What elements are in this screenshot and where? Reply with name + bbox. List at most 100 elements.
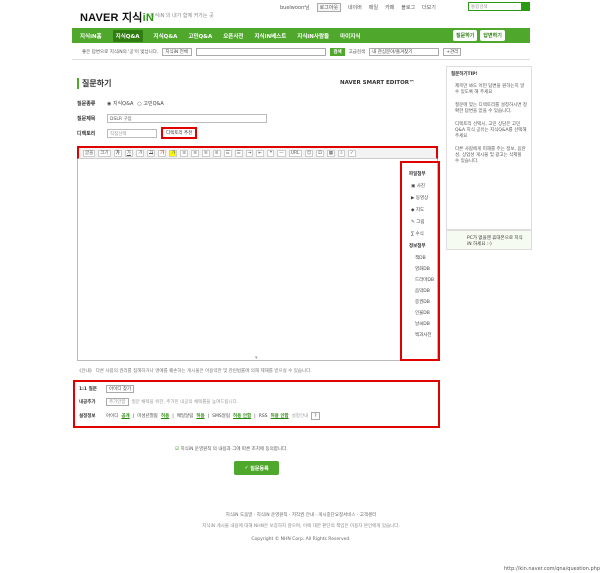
attach-photo-label: 사진 [416,184,425,189]
top-search-button[interactable] [522,2,530,11]
underline-button[interactable]: 가 [124,149,133,157]
question-options: 1:1 질문 아이디 찾기 내공추가 추가안함 질문 채택을 위한, 추가된 내… [73,380,440,428]
attach-video-label: 동영상 [415,196,429,201]
gnb-dict[interactable]: 오픈사전 [223,32,243,40]
ask-button[interactable]: 질문하기 [453,30,478,41]
tip-3: 디렉토리 선택시, 고민 상담은 고민Q&A 지식 공유는 지식Q&A를 선택해… [455,122,527,139]
kin-search-input[interactable] [196,48,327,56]
search-icon[interactable]: ⌕ [338,149,346,157]
spellcheck-icon[interactable]: ✓ [348,149,356,157]
radio-worryqna[interactable]: ○ 고민Q&A [137,100,163,107]
logo-sub: 지식 [121,12,143,24]
nav-blog[interactable]: 블로그 [401,4,415,11]
attach-heading: 파일첨부 [409,172,426,177]
indent-icon[interactable]: ⇥ [245,149,254,157]
attach-map[interactable]: ◆ 지도 [411,207,435,213]
agree-row: ☑ 지식iN 운영원칙 의 내용과 그에 따른 조치에 동의합니다. [175,446,288,452]
bold-button[interactable]: 가 [113,149,122,157]
interest-select[interactable]: 내 관심분야/즐겨찾기 [369,48,440,56]
nav-mail[interactable]: 메일 [369,4,378,11]
bg-color-button[interactable]: 가 [169,149,178,157]
info-music[interactable]: 음악DB [415,288,435,294]
quote-icon[interactable]: ❝ [267,149,275,157]
gnb-best[interactable]: 지식iN베스트 [255,32,287,40]
nav-naver[interactable]: 네이버 [348,4,362,11]
url-button[interactable]: URL [288,149,302,157]
one-to-one-row: 1:1 질문 아이디 찾기 [79,385,135,393]
minor-allow-link[interactable]: 허용 [161,413,169,419]
submit-label: 질문등록 [250,465,269,472]
gnb-qna2[interactable]: 지식Q&A [154,32,178,40]
gnb-people[interactable]: 지식iN사람들 [297,32,329,40]
mobile-promo[interactable]: PC가 없을땐 휴대폰으로 지식iN 하세요 :-) [446,230,532,250]
help-icon[interactable]: ? [311,412,320,420]
font-select[interactable]: 글꼴 [83,149,96,157]
info-person[interactable]: 인물DB [415,310,435,316]
info-stock[interactable]: 증권DB [415,299,435,305]
agree-text: 지식iN 운영원칙 의 내용과 그에 따른 조치에 동의합니다. [180,447,288,452]
nav-cafe[interactable]: 카페 [385,4,394,11]
radio-kinqna[interactable]: ◉ 지식Q&A [107,100,133,107]
info-book[interactable]: 책DB [415,255,435,261]
dir-recommend-button[interactable]: 디렉토리 추천 [161,127,198,139]
strike-button[interactable]: 가 [146,149,156,157]
attach-drawing[interactable]: ✎ 그림 [411,219,435,225]
justify-icon[interactable]: ≡ [212,149,221,157]
submit-question-button[interactable]: ✓ 질문등록 [234,461,279,475]
attach-formula[interactable]: ∑ 수식 [411,231,435,237]
align-right-icon[interactable]: ≡ [201,149,210,157]
gnb-home[interactable]: 지식iN홈 [80,32,102,40]
attach-video[interactable]: ▶ 동영상 [411,195,435,201]
line-icon[interactable]: — [277,149,286,157]
attach-map-label: 지도 [415,208,425,213]
footer: 지식iN 도움말 · 지식iN 운영원칙 · 저작권 안내 · 게시중단요청서비… [72,512,530,542]
list-icon[interactable]: ☰ [223,149,232,157]
size-select[interactable]: 크기 [98,149,111,157]
answer-button[interactable]: 답변하기 [480,30,505,41]
notice-text: 《안내》 다른 사람의 권리를 침해하거나 명예를 훼손하는 게시물은 이용약관… [77,369,312,374]
special-char-icon[interactable]: Ω [316,149,324,157]
tips-title: 질문하기TIP! [451,72,478,77]
info-encyclopedia[interactable]: 백과사전 [415,332,435,338]
agree-checkbox-icon[interactable]: ☑ [175,447,179,452]
top-search-input[interactable]: 통합검색 [468,2,522,11]
naver-logo[interactable]: NAVER 지식iN [80,9,154,25]
outdent-icon[interactable]: ⇤ [256,149,265,157]
scope-select[interactable]: 지식iN 전체 [162,48,193,56]
footer-links[interactable]: 지식iN 도움말 · 지식iN 운영원칙 · 저작권 안내 · 게시중단요청서비… [72,512,530,518]
editor-body[interactable] [77,146,438,361]
font-color-button[interactable]: 가 [158,149,167,157]
sms-deny-link[interactable]: 허용 안함 [233,413,251,419]
title-input[interactable]: DSLR 구입 [107,114,267,123]
radio-kinqna-label: 지식Q&A [112,101,134,107]
mail-allow-link[interactable]: 허용 [196,413,204,419]
info-drama[interactable]: 드라마DB [415,277,435,283]
emoticon-icon[interactable]: ☺ [304,149,314,157]
gnb-my[interactable]: 마이지식 [340,32,360,40]
gnb-worry[interactable]: 고민Q&A [188,32,212,40]
kin-search-button[interactable]: 검색 [330,48,345,56]
italic-button[interactable]: 가 [135,149,144,157]
find-id-button[interactable]: 아이디 찾기 [106,385,135,393]
align-center-icon[interactable]: ≡ [191,149,199,157]
align-left-icon[interactable]: ≡ [180,149,189,157]
table-icon[interactable]: ▦ [326,149,336,157]
info-weather[interactable]: 날씨DB [415,321,435,327]
footer-copyright: Copyright © NHN Corp. All Rights Reserve… [251,537,351,542]
id-label: 아이디 [106,414,119,419]
nav-more[interactable]: 더보기 [422,4,436,11]
numbered-list-icon[interactable]: ☰ [234,149,243,157]
bonus-select[interactable]: 추가안함 [106,398,129,406]
gnb-qna[interactable]: 지식Q&A [112,29,143,42]
resize-handle-icon[interactable]: ▾ [255,355,258,361]
logout-button[interactable]: 로그아웃 [316,3,342,12]
dir-select[interactable]: 직접선택 [107,128,157,138]
slogan: 지식iN 의 내가 함께 커가는 곳 [150,13,214,19]
manage-button[interactable]: +관리 [443,48,462,56]
attach-photo[interactable]: ▣ 사진 [411,183,435,189]
advanced-search-link[interactable]: 고급검색 [349,49,366,55]
id-public-link[interactable]: 공개 [121,413,129,419]
info-movie[interactable]: 영화DB [415,266,435,272]
rss-deny-link[interactable]: 허용 안함 [271,413,289,419]
one-label: 1:1 질문 [79,387,97,392]
